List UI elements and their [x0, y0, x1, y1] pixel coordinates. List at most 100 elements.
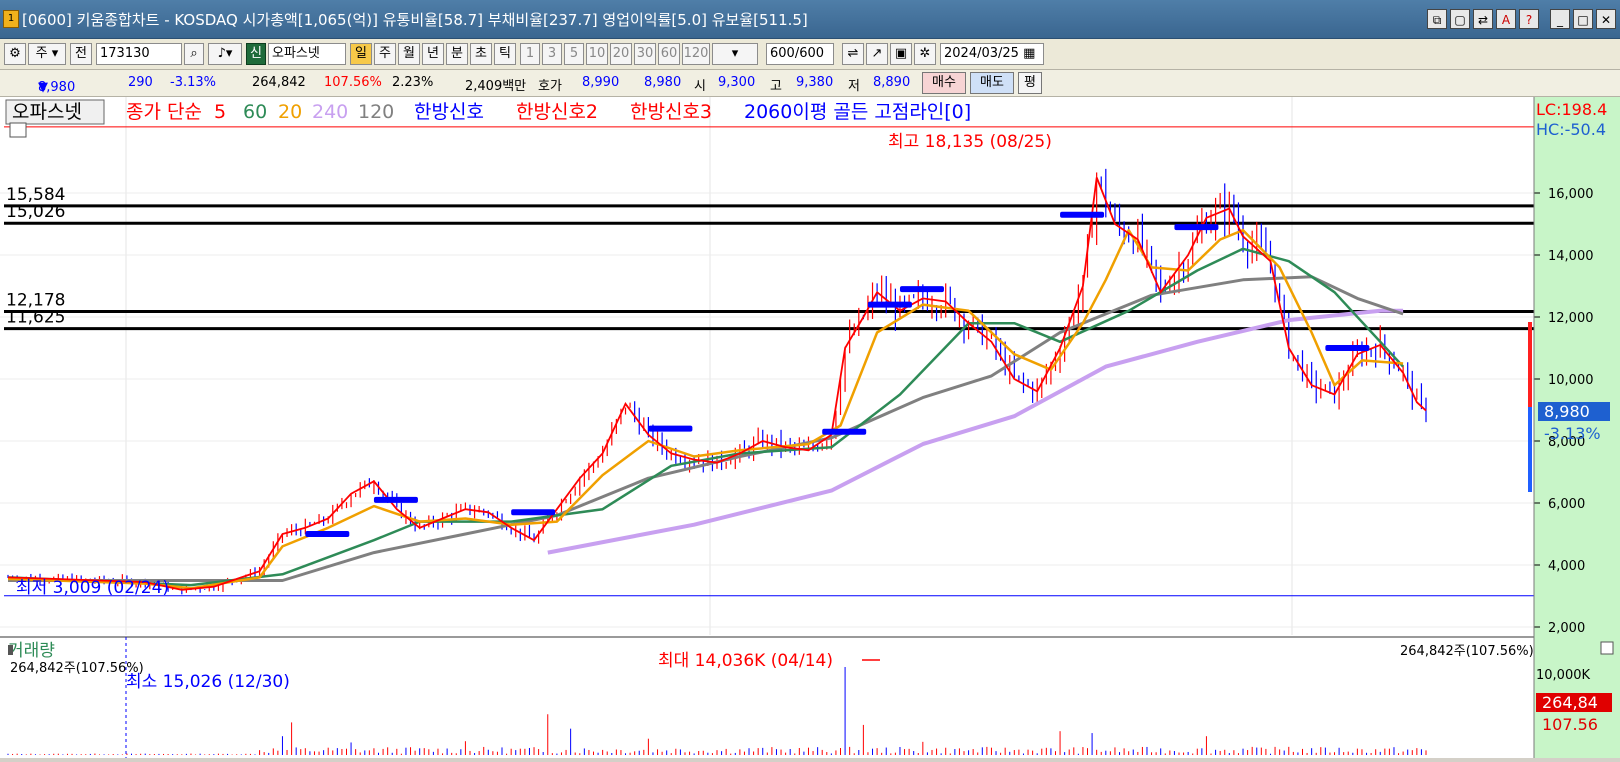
menu-icon[interactable]: ⚙	[4, 43, 26, 65]
price-change: 290	[128, 75, 153, 90]
signal-bar	[1060, 211, 1105, 218]
legend-ma120: 120	[358, 101, 394, 123]
high-price: 9,380	[796, 75, 834, 90]
support-line-label: 15,026	[6, 202, 65, 222]
low-annotation: 최저 3,009 (02/24)	[16, 578, 169, 598]
quote-bar: 8,980 ▼ 290 -3.13% 264,842 107.56% 2.23%…	[0, 70, 1620, 97]
volume-right-label: 264,842주(107.56%)	[1400, 644, 1534, 659]
candles	[7, 168, 1427, 595]
signal-bar	[867, 301, 912, 308]
price-chart[interactable]: 15,58415,02612,17811,625 2,000 4,000 6,000…	[0, 97, 1620, 758]
link-button[interactable]: ⇄	[1473, 9, 1493, 29]
range-bar-blue	[1528, 407, 1532, 492]
y-tick-label: 16,000	[1548, 187, 1594, 202]
volume-max-label: 최대 14,036K (04/14)	[658, 651, 833, 671]
legend-signal1: 한방신호	[414, 101, 484, 123]
ma5-line	[7, 177, 1427, 591]
preset-10[interactable]: 10	[586, 43, 608, 65]
date-input[interactable]: 2024/03/25 ▦	[940, 43, 1044, 65]
open-label: 시	[694, 79, 706, 94]
buy-button[interactable]: 매수	[922, 72, 966, 94]
volume-close-icon[interactable]	[1600, 641, 1614, 655]
ma240-line	[547, 308, 1404, 555]
legend-signal4: 2060이평 골든 고점라인[0]	[744, 101, 971, 123]
volume-tick-label: 10,000K	[1536, 668, 1590, 683]
grid-toggle-icon[interactable]	[9, 122, 27, 138]
preset-5[interactable]: 5	[564, 43, 584, 65]
ma20-line	[7, 228, 1404, 590]
y-tick-label: 2,000	[1548, 621, 1585, 636]
save-icon[interactable]: ▣	[890, 43, 912, 65]
legend-signal2: 한방신호2	[516, 101, 598, 123]
title-bar: 1 [0600] 키움종합차트 - KOSDAQ 시가총액[1,065(억)] …	[0, 0, 1620, 39]
restore-panel-button[interactable]: ▢	[1450, 9, 1470, 29]
tool-icon[interactable]: ⇌	[842, 43, 864, 65]
search-icon[interactable]: ⌕	[184, 43, 204, 65]
code-input[interactable]: 173130	[96, 43, 182, 65]
market-badge: 신	[246, 43, 266, 65]
period-label: 주	[35, 46, 48, 61]
code-value: 173130	[100, 46, 150, 61]
stock-name: 오파스넷	[272, 46, 320, 61]
preset-1[interactable]: 1	[520, 43, 540, 65]
preset-30[interactable]: 30	[634, 43, 656, 65]
y-tick-label: 4,000	[1548, 559, 1585, 574]
support-line-label: 11,625	[6, 308, 65, 328]
range-bar-red	[1528, 322, 1532, 407]
help-button[interactable]: ?	[1519, 9, 1539, 29]
low-label: 저	[848, 79, 860, 94]
chart-area: 15,584 15,026 12,178 11,625 2,000 4,000 6,000…	[0, 97, 1620, 758]
signal-bar	[648, 425, 693, 432]
window-title: [0600] 키움종합차트 - KOSDAQ 시가총액[1,065(억)] 유통…	[22, 11, 808, 29]
signal-bar	[899, 286, 944, 293]
count-total: /600	[794, 46, 825, 61]
prev-button[interactable]: 전	[70, 43, 92, 65]
low-price: 8,890	[873, 75, 911, 90]
legend: 오파스넷 종가 단순 5 60 20 240 120 한방신호 한방신호2 한방…	[5, 99, 971, 125]
layout-button[interactable]: ⧉	[1427, 9, 1447, 29]
preset-120[interactable]: 120	[682, 43, 710, 65]
interval-second[interactable]: 초	[470, 43, 492, 65]
signal-bar	[1325, 345, 1370, 351]
moving-averages	[7, 177, 1427, 591]
interval-day[interactable]: 일	[350, 43, 372, 65]
toolbar: ⚙ 주 ▾ 전 173130 ⌕ ♪▾ 신 오파스넷 일 주 월 년 분 초 틱…	[0, 39, 1620, 70]
font-button[interactable]: A	[1496, 9, 1516, 29]
eval-button[interactable]: 평	[1018, 72, 1042, 94]
settings-icon[interactable]: ✲	[914, 43, 936, 65]
period-select[interactable]: 주 ▾	[28, 43, 66, 65]
maximize-button[interactable]: □	[1573, 9, 1593, 29]
lc-label: LC:198.4	[1536, 100, 1607, 119]
signal-bar	[373, 496, 418, 503]
indicator-icon[interactable]: ↗	[866, 43, 888, 65]
sell-button[interactable]: 매도	[970, 72, 1014, 94]
signal-bar	[305, 531, 350, 537]
trade-amount: 2,409백만	[465, 79, 527, 94]
signal-bar	[1174, 224, 1219, 231]
interval-week[interactable]: 주	[374, 43, 396, 65]
price-change-pct: -3.13%	[170, 75, 216, 90]
volume-axis-value: 264,84	[1542, 693, 1598, 712]
signal-bar	[822, 428, 867, 435]
interval-year[interactable]: 년	[422, 43, 444, 65]
y-tick-label: 12,000	[1548, 311, 1594, 326]
volume: 264,842	[252, 75, 306, 90]
preset-3[interactable]: 3	[542, 43, 562, 65]
count-input[interactable]: 600/600	[766, 43, 834, 65]
interval-tick[interactable]: 틱	[494, 43, 516, 65]
custom-interval-select[interactable]: ▾	[712, 43, 758, 65]
close-button[interactable]: ✕	[1596, 9, 1616, 29]
stock-name-field[interactable]: 오파스넷	[268, 43, 346, 65]
sound-icon[interactable]: ♪▾	[208, 43, 242, 65]
ma60-line	[7, 247, 1405, 587]
volume-pane-handle[interactable]	[8, 645, 13, 655]
current-price-label: 8,980	[1544, 402, 1590, 421]
volume-min-label: 최소 15,026 (12/30)	[126, 672, 290, 692]
preset-60[interactable]: 60	[658, 43, 680, 65]
interval-minute[interactable]: 분	[446, 43, 468, 65]
minimize-button[interactable]: _	[1550, 9, 1570, 29]
interval-month[interactable]: 월	[398, 43, 420, 65]
volume-title: 거래량	[8, 641, 55, 661]
preset-20[interactable]: 20	[610, 43, 632, 65]
y-tick-label: 6,000	[1548, 497, 1585, 512]
